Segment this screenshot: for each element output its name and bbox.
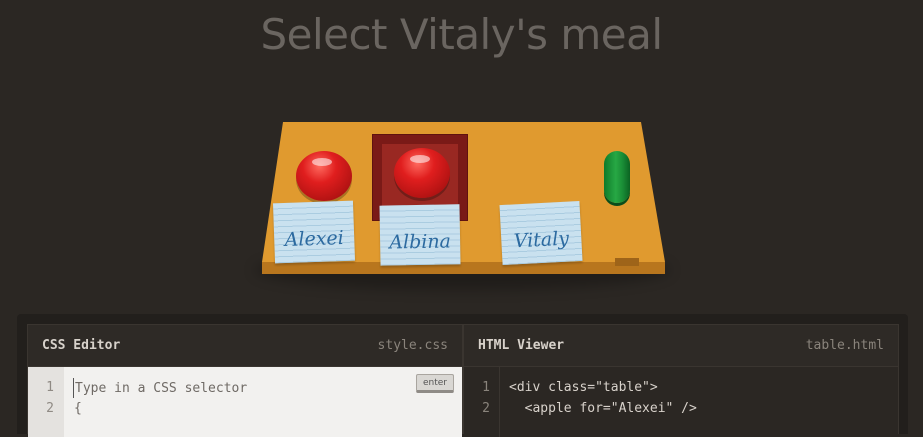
name-note-alexei: Alexei: [272, 200, 356, 264]
enter-button[interactable]: enter: [416, 374, 454, 393]
html-code-line[interactable]: <apple for="Alexei" />: [509, 401, 697, 416]
note-label: Vitaly: [513, 227, 570, 253]
css-editor-header: CSS Editor style.css: [28, 325, 462, 367]
name-note-albina: Albina: [379, 204, 461, 266]
html-code-line[interactable]: <div class="table">: [509, 380, 658, 395]
name-note-vitaly: Vitaly: [499, 200, 583, 266]
line-number: 1: [482, 380, 490, 395]
line-number: 2: [482, 401, 490, 416]
line-gutter: 1 2: [464, 367, 500, 437]
html-viewer-title: HTML Viewer: [478, 338, 565, 353]
line-gutter: 1 2: [28, 367, 64, 437]
html-viewer-body: 1 2 <div class="table"> <apple for="Alex…: [464, 367, 898, 437]
css-editor-pane: CSS Editor style.css 1 2 { enter: [27, 324, 463, 437]
note-label: Alexei: [284, 226, 345, 252]
html-viewer-header: HTML Viewer table.html: [464, 325, 898, 367]
css-editor-body: 1 2 { enter: [28, 367, 462, 437]
pickle-icon[interactable]: [604, 151, 630, 203]
editor-panel: CSS Editor style.css 1 2 { enter HTML Vi…: [17, 314, 908, 437]
css-editor-filename: style.css: [377, 338, 448, 353]
apple-icon[interactable]: [296, 151, 352, 201]
code-line: {: [74, 401, 82, 416]
line-number: 2: [46, 401, 54, 416]
html-viewer-pane: HTML Viewer table.html 1 2 <div class="t…: [463, 324, 899, 437]
css-selector-input[interactable]: [73, 378, 395, 398]
apple-icon[interactable]: [394, 148, 450, 198]
note-label: Albina: [389, 230, 452, 254]
line-number: 1: [46, 380, 54, 395]
css-editor-title: CSS Editor: [42, 338, 121, 353]
html-viewer-filename: table.html: [805, 338, 884, 353]
table-scene: Alexei Albina Vitaly: [0, 0, 923, 310]
